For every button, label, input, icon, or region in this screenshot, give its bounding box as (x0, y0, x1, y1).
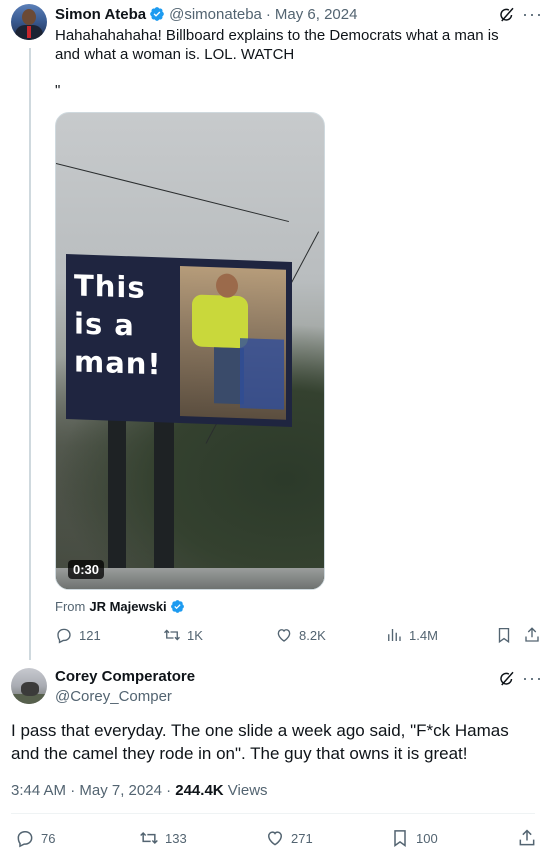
author-handle[interactable]: @Corey_Comper (55, 688, 172, 705)
verified-badge-icon (150, 7, 164, 21)
share-button[interactable] (517, 828, 543, 848)
share-button[interactable] (523, 626, 546, 644)
video-player[interactable]: This is a man! 0:30 (55, 112, 325, 590)
separator: · (265, 5, 271, 23)
reply-icon (57, 628, 71, 644)
repost-count: 1K (187, 627, 203, 643)
repost-icon (164, 629, 180, 641)
like-count: 271 (291, 830, 313, 846)
source-name[interactable]: JR Majewski (89, 599, 166, 614)
author-name[interactable]: Simon Ateba (55, 6, 146, 23)
share-icon (525, 627, 539, 642)
like-count: 8.2K (299, 627, 326, 643)
reply-button[interactable]: 76 (15, 828, 55, 848)
video-source: From JR Majewski (55, 599, 185, 614)
from-label: From (55, 599, 86, 614)
reply-count: 76 (41, 830, 56, 846)
bookmark-button[interactable] (495, 626, 519, 644)
tweet-text: Hahahahahaha! Billboard explains to the … (55, 27, 499, 63)
tweet-header: Simon Ateba @simonateba · May 6, 2024 (55, 4, 357, 24)
bookmark-button[interactable]: 100 (390, 828, 438, 848)
billboard-text: This is a man! (74, 268, 162, 382)
tweet-meta: 3:44 AM · May 7, 2024 · 244.4K Views (11, 782, 268, 799)
like-icon (267, 831, 283, 846)
reply-count: 121 (79, 627, 101, 643)
share-icon (519, 829, 535, 846)
tweet-date[interactable]: May 6, 2024 (275, 6, 358, 23)
billboard-pole (108, 413, 126, 573)
repost-button[interactable]: 1K (163, 626, 203, 644)
grok-icon[interactable] (498, 670, 516, 688)
author-handle[interactable]: @simonateba (169, 6, 262, 23)
reply-icon (17, 831, 33, 848)
views-label: Views (223, 782, 268, 799)
billboard-pole (154, 413, 174, 573)
power-line (56, 163, 289, 223)
thread-line (29, 48, 31, 660)
avatar[interactable] (11, 4, 47, 40)
tweet-actions: 121 1K 8.2K 1.4M (55, 626, 541, 646)
views-icon (388, 629, 401, 641)
bookmark-icon (394, 830, 406, 847)
author-name[interactable]: Corey Comperatore (55, 668, 195, 685)
billboard: This is a man! (66, 254, 292, 427)
quote-mark: " (55, 82, 61, 99)
tweet-text: I pass that everyday. The one slide a we… (11, 721, 509, 763)
video-duration: 0:30 (68, 560, 105, 579)
avatar[interactable] (11, 668, 47, 704)
more-icon[interactable]: ··· (522, 669, 543, 687)
reply-button[interactable]: 121 (55, 626, 101, 644)
verified-badge-icon (170, 600, 184, 613)
more-icon[interactable]: ··· (522, 5, 543, 23)
billboard-photo (180, 266, 286, 420)
bookmark-count: 100 (416, 830, 438, 846)
views-count: 244.4K (175, 782, 224, 799)
divider (11, 813, 535, 814)
repost-count: 133 (165, 830, 187, 846)
bookmark-icon (498, 627, 510, 644)
like-button[interactable]: 271 (265, 828, 313, 848)
repost-button[interactable]: 133 (139, 828, 187, 848)
views-count: 1.4M (409, 627, 438, 643)
like-icon (277, 629, 291, 642)
like-button[interactable]: 8.2K (275, 626, 326, 644)
tweet-timestamp[interactable]: 3:44 AM · May 7, 2024 · (11, 782, 175, 799)
views-button[interactable]: 1.4M (385, 626, 438, 644)
tweet-actions: 76 133 271 100 (11, 828, 541, 848)
repost-icon (140, 831, 158, 845)
grok-icon[interactable] (498, 6, 516, 24)
